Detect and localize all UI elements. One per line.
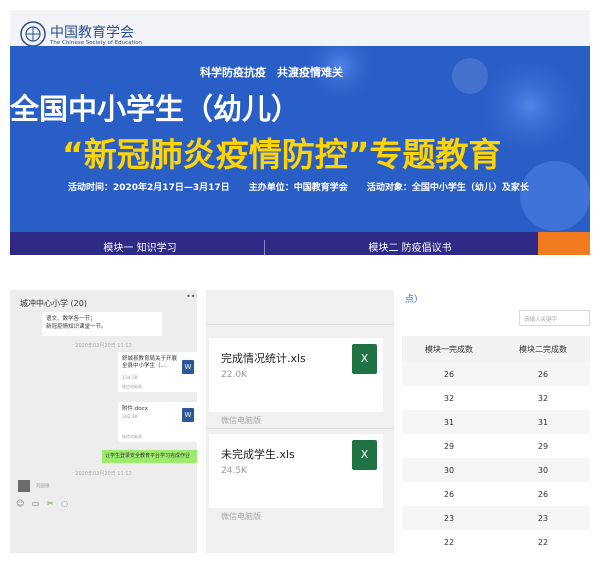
- file-name: 附件.docx: [122, 406, 148, 412]
- table-cell: 26: [496, 482, 590, 506]
- chat-timestamp: 2020年02月20日 11:12: [75, 471, 132, 477]
- activity-host: 主办单位：中国教育学会: [248, 183, 348, 193]
- table-cell: 29: [496, 434, 590, 458]
- title-line-2: “新冠肺炎疫情防控”专题教育: [62, 135, 502, 174]
- banner: 中国教育学会 The Chinese Society of Education …: [10, 10, 590, 255]
- table-cell: 26: [402, 362, 496, 386]
- divider: [206, 428, 394, 429]
- divider: [206, 324, 394, 325]
- file-name: 未完成学生.xls: [221, 448, 295, 461]
- word-file-icon: W: [182, 360, 194, 374]
- chat-message: 语文、数学各一节； 新冠疫情知识课堂一节。: [42, 312, 162, 336]
- file-source: 微信电脑版: [122, 384, 142, 389]
- column-header: 模块二完成数: [496, 336, 590, 362]
- file-card[interactable]: 未完成学生.xls 24.5K X 微信电脑版: [209, 434, 383, 521]
- sent-message: 让学生登录安全教育平台学习完成作业: [102, 450, 197, 463]
- table-row: 29 29: [402, 434, 590, 458]
- activity-time: 活动时间：2020年2月17日—3月17日: [68, 183, 230, 193]
- tab-module-2[interactable]: 模块二 防疫倡议书: [310, 232, 510, 255]
- chat-group-title: 城冲中心小学 (20): [20, 299, 87, 308]
- table-cell: 26: [402, 482, 496, 506]
- column-header: 模块一完成数: [402, 336, 496, 362]
- slogan: 科学防疫抗疫 共渡疫情难关: [200, 66, 343, 79]
- file-list-panel: 完成情况统计.xls 22.0K X 微信电脑版 未完成学生.xls 24.5K…: [206, 290, 394, 553]
- table-row: 23 23: [402, 506, 590, 530]
- hero-area: 科学防疫抗疫 共渡疫情难关 全国中小学生（幼儿） “新冠肺炎疫情防控”专题教育 …: [10, 46, 590, 232]
- file-name: 舒城县教育局关于开展全县中小学生（...: [122, 356, 178, 369]
- chat-panel: 城冲中心小学 (20) ••• 语文、数学各一节； 新冠疫情知识课堂一节。 20…: [10, 290, 197, 553]
- logo-strip: 中国教育学会 The Chinese Society of Education: [10, 10, 590, 50]
- scissors-icon[interactable]: ✂: [47, 499, 54, 508]
- table-cell: 23: [496, 506, 590, 530]
- view-link[interactable]: 点）: [405, 292, 423, 305]
- table-cell: 30: [496, 458, 590, 482]
- more-icon[interactable]: •••: [186, 292, 197, 301]
- file-source: 微信电脑版: [221, 416, 261, 425]
- file-source: 微信电脑版: [122, 434, 142, 439]
- folder-icon[interactable]: ▭: [32, 499, 40, 508]
- avatar[interactable]: [18, 480, 30, 492]
- smile-icon[interactable]: ☺: [16, 499, 24, 508]
- search-input[interactable]: 请输入关键字: [519, 310, 590, 326]
- file-size: 134.5K: [122, 376, 138, 381]
- table-cell: 22: [402, 530, 496, 553]
- chat-icon[interactable]: ◌: [61, 499, 68, 508]
- word-file-icon: W: [182, 408, 194, 422]
- table-cell: 32: [496, 386, 590, 410]
- file-source: 微信电脑版: [221, 512, 261, 521]
- table-row: 22 22: [402, 530, 590, 553]
- file-size: 102.1K: [122, 415, 138, 420]
- table-header-row: 模块一完成数 模块二完成数: [402, 336, 590, 362]
- table-row: 26 26: [402, 362, 590, 386]
- table-cell: 23: [402, 506, 496, 530]
- file-message-1[interactable]: 舒城县教育局关于开展全县中小学生（... 134.5K 微信电脑版 W: [118, 352, 197, 392]
- table-cell: 30: [402, 458, 496, 482]
- activity-info: 活动时间：2020年2月17日—3月17日 主办单位：中国教育学会 活动对象：全…: [68, 180, 545, 193]
- table-cell: 31: [402, 410, 496, 434]
- nav-divider: [264, 240, 265, 255]
- org-name-cn: 中国教育学会: [50, 25, 134, 41]
- table-cell: 29: [402, 434, 496, 458]
- chat-timestamp: 2020年02月20日 11:12: [75, 343, 132, 349]
- excel-file-icon: X: [352, 440, 377, 470]
- table-cell: 22: [496, 530, 590, 553]
- table-row: 26 26: [402, 482, 590, 506]
- nav-highlight-tab[interactable]: [538, 232, 590, 255]
- society-logo-icon: [20, 21, 46, 47]
- file-size: 22.0K: [221, 370, 247, 380]
- file-size: 24.5K: [221, 466, 247, 476]
- table-row: 32 32: [402, 386, 590, 410]
- table-row: 30 30: [402, 458, 590, 482]
- table-cell: 32: [402, 386, 496, 410]
- stats-panel: 点） 请输入关键字 模块一完成数 模块二完成数 26 26 32 32 31 31 2…: [402, 290, 590, 553]
- tab-module-1[interactable]: 模块一 知识学习: [50, 232, 230, 255]
- module-nav: 模块一 知识学习 模块二 防疫倡议书: [10, 232, 590, 255]
- table-cell: 26: [496, 362, 590, 386]
- stats-table: 模块一完成数 模块二完成数 26 26 32 32 31 31 29 29 30 30 2…: [402, 336, 590, 553]
- chat-toolbar: ☺ ▭ ✂ ◌: [16, 499, 73, 508]
- file-name: 完成情况统计.xls: [221, 352, 306, 365]
- sender-name: 刘国强: [36, 484, 50, 489]
- table-cell: 31: [496, 410, 590, 434]
- file-message-2[interactable]: 附件.docx 102.1K 微信电脑版 W: [118, 402, 197, 442]
- table-row: 31 31: [402, 410, 590, 434]
- title-line-1: 全国中小学生（幼儿）: [10, 92, 301, 126]
- activity-target: 活动对象：全国中小学生（幼儿）及家长: [366, 183, 529, 193]
- file-card[interactable]: 完成情况统计.xls 22.0K X 微信电脑版: [209, 338, 383, 425]
- excel-file-icon: X: [352, 344, 377, 374]
